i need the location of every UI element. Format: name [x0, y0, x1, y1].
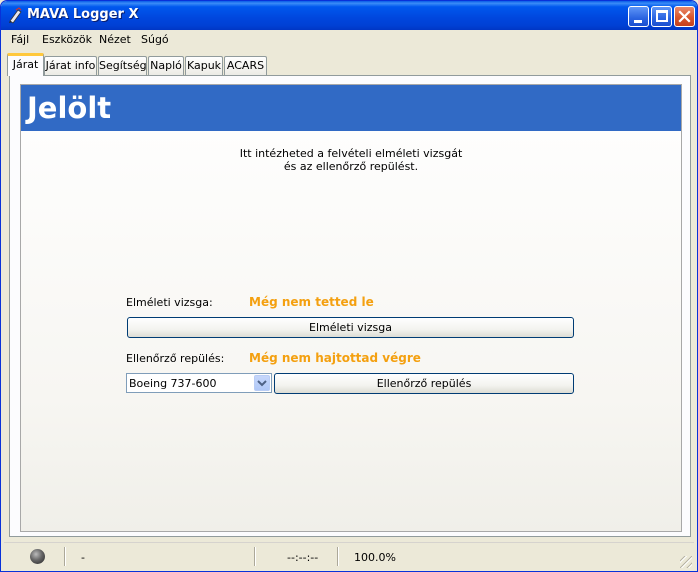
- candidate-panel: Jelölt Itt intézheted a felvételi elméle…: [20, 84, 682, 532]
- status-text: -: [81, 551, 85, 564]
- tab-help[interactable]: Segítség: [98, 56, 147, 75]
- tab-acars[interactable]: ACARS: [224, 56, 267, 75]
- menu-help[interactable]: Súgó: [141, 33, 169, 46]
- theory-exam-button[interactable]: Elméleti vizsga: [127, 317, 574, 338]
- aircraft-select[interactable]: Boeing 737-600: [126, 373, 272, 393]
- maximize-icon: [656, 10, 668, 22]
- tab-gates[interactable]: Kapuk: [185, 56, 223, 75]
- tab-flight-info[interactable]: Járat info: [44, 56, 97, 75]
- tab-log[interactable]: Napló: [148, 56, 184, 75]
- aircraft-select-value: Boeing 737-600: [129, 377, 217, 390]
- status-time: --:--:--: [287, 551, 319, 564]
- dropdown-button[interactable]: [254, 375, 270, 391]
- page-title: Jelölt: [27, 91, 112, 125]
- minimize-icon: [634, 20, 642, 23]
- menu-view[interactable]: Nézet: [99, 33, 131, 46]
- status-separator: [64, 547, 66, 566]
- theory-exam-label: Elméleti vizsga:: [126, 296, 213, 309]
- maximize-button[interactable]: [651, 6, 672, 27]
- title-bar[interactable]: MAVA Logger X: [1, 1, 697, 30]
- check-flight-status: Még nem hajtottad végre: [249, 351, 421, 365]
- chevron-down-icon: [257, 380, 267, 387]
- status-bar: - --:--:-- 100.0%: [4, 542, 694, 570]
- menu-bar: Fájl Eszközök Nézet Súgó: [4, 30, 694, 50]
- theory-exam-status: Még nem tetted le: [249, 295, 374, 309]
- connection-led-icon: [30, 549, 45, 564]
- intro-line-2: és az ellenőrző repülést.: [283, 160, 419, 173]
- window-title: MAVA Logger X: [27, 7, 139, 22]
- header-band: Jelölt: [21, 85, 681, 131]
- resize-grip[interactable]: [680, 556, 692, 568]
- status-progress: 100.0%: [354, 551, 396, 564]
- tab-flight[interactable]: Járat: [7, 53, 44, 76]
- main-window: MAVA Logger X Fájl Eszközök Nézet Súgó J…: [0, 0, 698, 572]
- intro-text: Itt intézheted a felvételi elméleti vizs…: [21, 147, 681, 173]
- status-separator: [337, 547, 339, 566]
- tab-strip: Járat Járat info Segítség Napló Kapuk AC…: [4, 52, 694, 76]
- menu-tools[interactable]: Eszközök: [42, 33, 92, 46]
- check-flight-button[interactable]: Ellenőrző repülés: [274, 373, 574, 394]
- intro-line-1: Itt intézheted a felvételi elméleti vizs…: [239, 147, 463, 160]
- tab-page-flight: Jelölt Itt intézheted a felvételi elméle…: [9, 75, 691, 537]
- pen-icon: [9, 7, 22, 24]
- close-icon: [678, 10, 691, 23]
- check-flight-label: Ellenőrző repülés:: [126, 352, 225, 365]
- menu-file[interactable]: Fájl: [11, 33, 29, 46]
- minimize-button[interactable]: [628, 6, 649, 27]
- status-separator: [254, 547, 256, 566]
- close-button[interactable]: [674, 6, 695, 27]
